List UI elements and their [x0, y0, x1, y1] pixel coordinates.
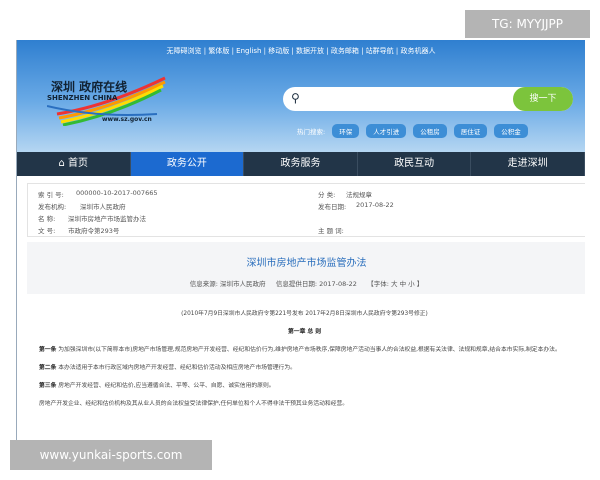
hot-tag[interactable]: 公积金 [494, 124, 528, 138]
search-bar: ⚲ 搜一下 [283, 87, 573, 111]
index-label: 索 引 号: [38, 191, 64, 199]
doc-label: 文 号: [38, 227, 56, 235]
hot-tag[interactable]: 居住证 [453, 124, 488, 138]
browser-screenshot: 无障碍浏览 | 繁体版 | English | 移动版 | 数据开放 | 政务邮… [16, 40, 585, 440]
category-value: 法规规章 [346, 191, 372, 199]
document-meta: 索 引 号: 000000-10-2017-007665 分 类: 法规规章 发… [27, 183, 585, 237]
article-2-label: 第二条 [39, 365, 57, 371]
font-size-switch[interactable]: 【字体: 大 中 小 】 [367, 280, 423, 288]
chapter-title: 第一章 总 则 [287, 329, 322, 335]
hot-tag[interactable]: 公租房 [413, 124, 447, 138]
search-button[interactable]: 搜一下 [513, 87, 573, 111]
article-paragraph: 房地产开发企业、经纪和估价机构及其从业人员的合法权益受法律保护,任何单位和个人不… [39, 401, 349, 407]
index-value: 000000-10-2017-007665 [76, 189, 158, 197]
doc-value: 市政府令第293号 [68, 227, 120, 235]
date-label: 发布日期: [318, 203, 347, 211]
category-label: 分 类: [318, 191, 336, 199]
article-title: 深圳市房地产市场监管办法 [246, 258, 367, 269]
logo-en: SHENZHEN CHINA [47, 94, 118, 102]
search-icon: ⚲ [291, 91, 300, 105]
article-1: 为加强深圳市(以下简称本市)房地产市场管理,规范房地产开发经营、经纪和估价行为,… [58, 347, 561, 353]
article-source: 信息来源: 深圳市人民政府 [189, 280, 266, 288]
site-logo[interactable]: 深圳 政府在线 SHENZHEN CHINA www.sz.gov.cn [47, 76, 167, 126]
logo-cn: 深圳 政府在线 [51, 80, 128, 94]
article-1-label: 第一条 [39, 347, 57, 353]
watermark-bottom: www.yunkai-sports.com [10, 440, 212, 470]
article-3: 房地产开发经营、经纪和估价,应当遵循合法、平等、公平、自愿、诚实信用的原则。 [58, 383, 275, 389]
subject-label: 主 题 词: [318, 227, 344, 235]
name-value: 深圳市房地产市场监管办法 [68, 215, 146, 223]
org-value: 深圳市人民政府 [80, 203, 126, 211]
site-header: 无障碍浏览 | 繁体版 | English | 移动版 | 数据开放 | 政务邮… [17, 40, 585, 152]
hot-label: 热门搜索: [297, 128, 326, 136]
main-nav: ⌂ 首页 政务公开 政务服务 政民互动 走进深圳 [17, 152, 585, 176]
name-label: 名 称: [38, 215, 56, 223]
hot-tag[interactable]: 环保 [332, 124, 360, 138]
article-info: 信息来源: 深圳市人民政府 信息提供日期: 2017-08-22 【字体: 大 … [27, 278, 585, 288]
article-body: (2010年7月9日深圳市人民政府令第221号发布 2017年2月8日深圳市人民… [27, 310, 582, 418]
date-value: 2017-08-22 [356, 201, 394, 209]
article-date: 信息提供日期: 2017-08-22 [275, 280, 357, 288]
nav-interaction[interactable]: 政民互动 [358, 152, 472, 176]
nav-about[interactable]: 走进深圳 [471, 152, 585, 176]
article-note: (2010年7月9日深圳市人民政府令第221号发布 2017年2月8日深圳市人民… [181, 311, 428, 317]
org-label: 发布机构: [38, 203, 67, 211]
nav-services[interactable]: 政务服务 [244, 152, 358, 176]
search-input[interactable] [307, 91, 507, 107]
hot-searches: 热门搜索: 环保 人才引进 公租房 居住证 公积金 [297, 124, 528, 138]
article-2: 本办法适用于本市行政区域内房地产开发经营、经纪和估价活动及相应房地产市场管理行为… [58, 365, 296, 371]
nav-government-affairs[interactable]: 政务公开 [130, 152, 245, 176]
article-header: 深圳市房地产市场监管办法 信息来源: 深圳市人民政府 信息提供日期: 2017-… [27, 242, 585, 294]
article-3-label: 第三条 [39, 383, 57, 389]
watermark-top: TG: MYYJJPP [465, 10, 590, 38]
nav-home[interactable]: ⌂ 首页 [17, 152, 131, 176]
hot-tag[interactable]: 人才引进 [366, 124, 407, 138]
logo-url: www.sz.gov.cn [102, 116, 152, 123]
top-links[interactable]: 无障碍浏览 | 繁体版 | English | 移动版 | 数据开放 | 政务邮… [17, 46, 585, 56]
